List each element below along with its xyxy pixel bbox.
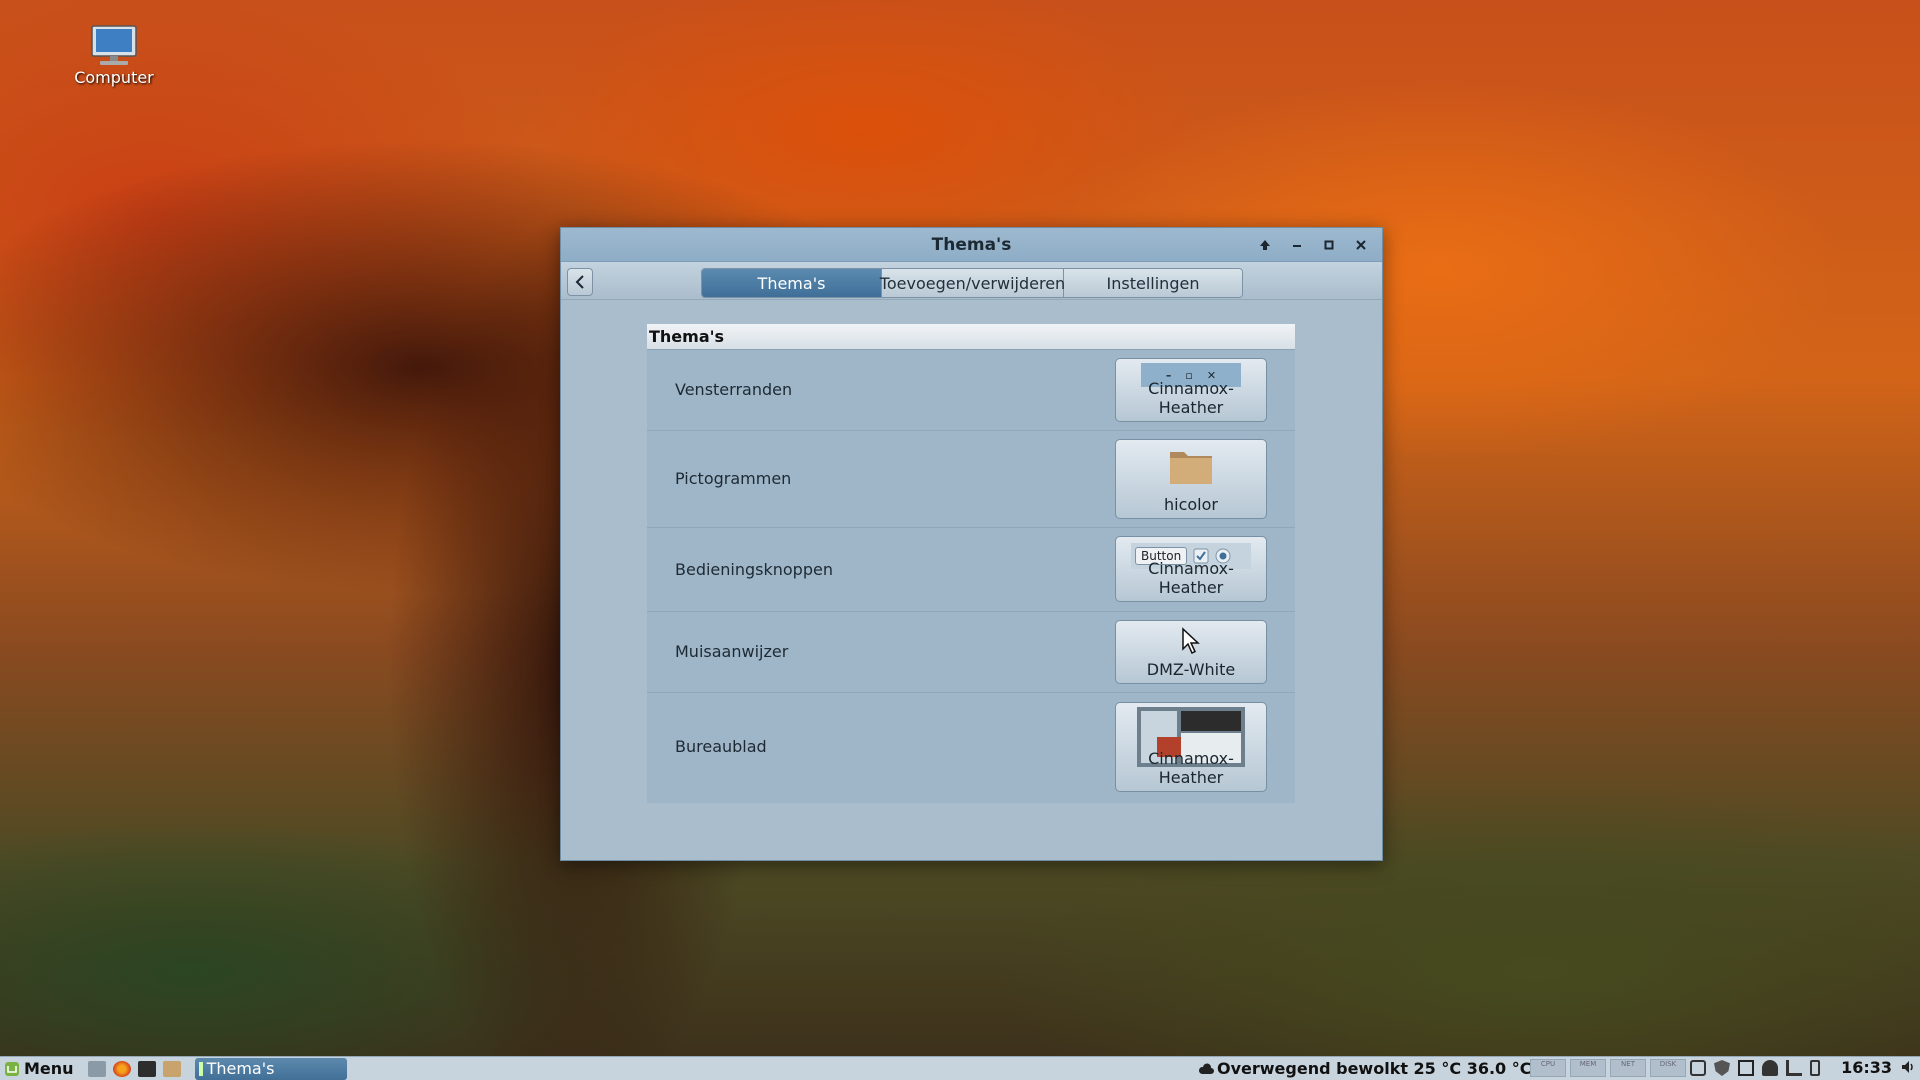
row-label: Bureaublad — [675, 737, 767, 756]
themes-window: Thema's Thema's Toevoegen/verwijderen In… — [560, 227, 1383, 861]
battery-icon[interactable] — [1810, 1060, 1820, 1076]
taskbar-task-themes[interactable]: Thema's — [194, 1057, 347, 1080]
cpu-graph: CPU — [1530, 1059, 1566, 1077]
network-icon[interactable] — [1786, 1060, 1802, 1076]
theme-value: Cinnamox-Heather — [1148, 559, 1234, 597]
system-monitor[interactable]: CPU MEM NET DISK — [1530, 1059, 1686, 1077]
row-label: Vensterranden — [675, 380, 793, 399]
themes-panel: Thema's Vensterranden – ▫ ✕ Cinnamox-Hea… — [647, 324, 1295, 803]
cursor-icon — [1182, 627, 1200, 655]
menu-label: Menu — [24, 1059, 74, 1078]
desktop-theme-button[interactable]: Cinnamox-Heather — [1115, 702, 1267, 792]
back-button[interactable] — [567, 268, 593, 296]
theme-value: Cinnamox-Heather — [1148, 749, 1234, 787]
desktop-icon-computer[interactable]: Computer — [66, 24, 162, 87]
terminal-icon[interactable] — [137, 1060, 156, 1077]
firefox-icon[interactable] — [112, 1060, 131, 1077]
volume-icon[interactable] — [1900, 1059, 1916, 1079]
clock[interactable]: 16:33 — [1841, 1058, 1892, 1077]
computer-icon — [90, 24, 138, 65]
screenshot-icon[interactable] — [1690, 1060, 1706, 1076]
maximize-button[interactable] — [1318, 234, 1340, 256]
window-borders-button[interactable]: – ▫ ✕ Cinnamox-Heather — [1115, 358, 1267, 422]
minimize-button[interactable] — [1286, 234, 1308, 256]
chevron-left-icon — [575, 275, 584, 289]
close-button[interactable] — [1350, 234, 1372, 256]
tab-add-remove[interactable]: Toevoegen/verwijderen — [880, 269, 1065, 297]
arrow-up-icon — [1260, 240, 1270, 250]
row-cursor: Muisaanwijzer DMZ-White — [647, 612, 1295, 693]
shield-icon[interactable] — [1714, 1060, 1730, 1076]
disk-graph: DISK — [1650, 1059, 1686, 1077]
toolbar: Thema's Toevoegen/verwijderen Instelling… — [561, 262, 1382, 300]
maximize-icon — [1324, 240, 1334, 250]
weather-text: Overwegend bewolkt 25 °C 36.0 °C — [1217, 1059, 1532, 1078]
keep-above-button[interactable] — [1254, 234, 1276, 256]
system-tray — [1690, 1060, 1820, 1076]
theme-value: Cinnamox-Heather — [1148, 379, 1234, 417]
files-icon[interactable] — [162, 1060, 181, 1077]
row-window-borders: Vensterranden – ▫ ✕ Cinnamox-Heather — [647, 350, 1295, 431]
mint-logo-icon — [5, 1061, 19, 1076]
cursor-button[interactable]: DMZ-White — [1115, 620, 1267, 684]
show-desktop-icon[interactable] — [87, 1060, 106, 1077]
tab-settings[interactable]: Instellingen — [1064, 269, 1242, 297]
row-desktop: Bureaublad Cinnamox-Heather — [647, 693, 1295, 802]
user-icon[interactable] — [1762, 1060, 1778, 1076]
folder-icon — [1170, 452, 1212, 484]
row-label: Bedieningsknoppen — [675, 560, 833, 579]
tab-bar: Thema's Toevoegen/verwijderen Instelling… — [701, 268, 1243, 298]
minimize-icon — [1293, 245, 1301, 247]
menu-button[interactable]: Menu — [0, 1059, 74, 1078]
row-controls: Bedieningsknoppen Button Cinnamox-Heathe… — [647, 528, 1295, 612]
row-icons: Pictogrammen hicolor — [647, 431, 1295, 528]
taskbar: Menu Thema's Overwegend bewolkt 25 °C 36… — [0, 1056, 1920, 1080]
quick-launch — [87, 1060, 181, 1077]
task-label: Thema's — [206, 1059, 275, 1078]
desktop-icon-label: Computer — [74, 68, 154, 87]
theme-value: hicolor — [1164, 495, 1218, 514]
weather-applet[interactable]: Overwegend bewolkt 25 °C 36.0 °C — [1198, 1059, 1531, 1078]
net-graph: NET — [1610, 1059, 1646, 1077]
controls-button[interactable]: Button Cinnamox-Heather — [1115, 536, 1267, 602]
row-label: Pictogrammen — [675, 469, 792, 488]
mem-graph: MEM — [1570, 1059, 1606, 1077]
tab-themes[interactable]: Thema's — [702, 269, 882, 297]
titlebar[interactable]: Thema's — [561, 228, 1382, 262]
theme-value: DMZ-White — [1146, 660, 1236, 679]
panel-header: Thema's — [647, 324, 1295, 350]
row-label: Muisaanwijzer — [675, 642, 789, 661]
icons-button[interactable]: hicolor — [1115, 439, 1267, 519]
close-icon — [1356, 240, 1366, 250]
cloud-icon — [1198, 1062, 1214, 1074]
keyboard-icon[interactable] — [1738, 1060, 1754, 1076]
